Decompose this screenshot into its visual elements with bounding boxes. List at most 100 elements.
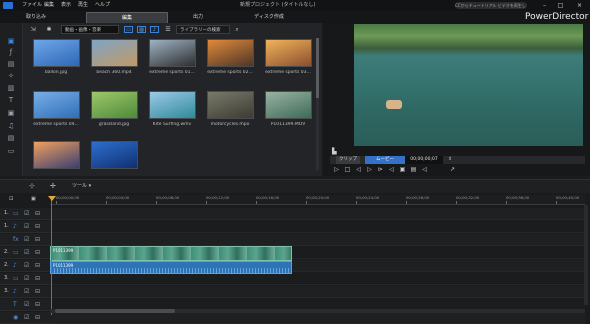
media-filter-select[interactable]: 動画・画像・音楽	[61, 25, 119, 34]
media-thumbnail[interactable]	[265, 91, 312, 119]
timeline-video-clip[interactable]: P1011399	[50, 246, 292, 261]
audio-mixing-icon[interactable]: ▣	[6, 109, 16, 118]
playhead-line[interactable]	[51, 197, 52, 315]
play-icon[interactable]: ▷	[332, 166, 341, 174]
track-lock-icon[interactable]: ⊟	[35, 260, 40, 271]
track-number: 2.	[4, 249, 9, 255]
track-enable-checkbox[interactable]: ☑	[24, 286, 29, 297]
media-thumbnail[interactable]	[33, 141, 80, 169]
image-filter-icon[interactable]: ▨	[137, 26, 146, 33]
track-lock-icon[interactable]: ⊟	[35, 221, 40, 232]
media-thumbnail[interactable]	[91, 39, 138, 67]
stop-icon[interactable]: □	[343, 166, 352, 174]
timeline-vertical-scrollbar[interactable]	[584, 205, 588, 305]
menu-view[interactable]: 表示	[61, 1, 71, 10]
media-room-icon[interactable]: ▣	[6, 37, 16, 46]
media-thumbnail[interactable]	[149, 91, 196, 119]
track-lane[interactable]	[50, 286, 585, 298]
track-enable-checkbox[interactable]: ☑	[24, 273, 29, 284]
timeline-audio-clip[interactable]: P1011399	[50, 261, 292, 274]
track-lane[interactable]	[50, 234, 585, 246]
timecode-display[interactable]: 00;00;00;07	[405, 156, 443, 164]
track-enable-checkbox[interactable]: ☑	[24, 234, 29, 245]
media-thumbnail[interactable]	[265, 39, 312, 67]
volume-icon[interactable]: ◁	[387, 166, 396, 174]
fast-forward-icon[interactable]: ⊳	[376, 166, 385, 174]
track-lane[interactable]	[50, 273, 585, 285]
particle-room-icon[interactable]: ✧	[6, 72, 16, 81]
track-enable-checkbox[interactable]: ☑	[24, 260, 29, 271]
ruler-tick-label: 00;00;20;00	[306, 195, 330, 200]
minimize-icon[interactable]: –	[540, 1, 549, 10]
track-lane[interactable]	[50, 312, 585, 324]
display-settings-icon[interactable]: ▤	[409, 166, 418, 174]
camera-snapshot-icon[interactable]: ▣	[398, 166, 407, 174]
timecode-spin-icon[interactable]: ⇕	[447, 156, 453, 164]
voice-over-icon[interactable]: ♫	[6, 122, 16, 131]
lock-all-icon[interactable]: ▣	[31, 196, 36, 202]
media-scrollbar-thumb[interactable]	[316, 38, 319, 98]
track-enable-checkbox[interactable]: ☑	[24, 247, 29, 258]
track-lock-icon[interactable]: ⊟	[35, 273, 40, 284]
menu-help[interactable]: ヘルプ	[95, 1, 110, 10]
track-enable-checkbox[interactable]: ☑	[24, 221, 29, 232]
timeline-scroll-thumb[interactable]	[55, 309, 175, 313]
menu-play[interactable]: 再生	[78, 1, 88, 10]
fx-room-icon[interactable]: ƒ	[6, 48, 16, 57]
track-lane[interactable]	[50, 208, 585, 220]
media-thumbnail[interactable]	[91, 141, 138, 169]
next-frame-icon[interactable]: ▷	[365, 166, 374, 174]
track-lock-icon[interactable]: ⊟	[35, 247, 40, 258]
track-lock-icon[interactable]: ⊟	[35, 286, 40, 297]
tab-disc[interactable]: ディスク作成	[244, 12, 294, 22]
media-thumbnail[interactable]	[33, 39, 80, 67]
tools-menu[interactable]: ツール ▾	[72, 182, 104, 190]
track-enable-checkbox[interactable]: ☑	[24, 208, 29, 219]
track-enable-checkbox[interactable]: ☑	[24, 312, 29, 323]
track-enable-checkbox[interactable]: ☑	[24, 299, 29, 310]
library-search-menu[interactable]: ライブラリーの検索	[176, 25, 230, 34]
track-lock-icon[interactable]: ⊟	[35, 299, 40, 310]
previous-frame-icon[interactable]: ◁	[354, 166, 363, 174]
undock-preview-icon[interactable]: ↗	[448, 166, 457, 174]
track-lock-icon[interactable]: ⊟	[35, 312, 40, 323]
subtitle-room-icon[interactable]: ▭	[6, 147, 16, 156]
snapshot-icon[interactable]: ▙	[332, 148, 337, 155]
media-thumbnail[interactable]	[207, 39, 254, 67]
maximize-icon[interactable]: □	[556, 1, 565, 10]
menu-file[interactable]: ファイル	[22, 1, 42, 10]
track-lock-icon[interactable]: ⊟	[35, 234, 40, 245]
view-menu-icon[interactable]: ☰	[163, 26, 173, 34]
transition-room-icon[interactable]: T	[6, 96, 16, 105]
close-icon[interactable]: ×	[575, 1, 584, 10]
ruler-tick	[556, 201, 557, 204]
pip-room-icon[interactable]: ▤	[6, 60, 16, 69]
tutorial-notice[interactable]: CCからチュートリアル ビデオを再生してください	[455, 2, 527, 9]
movie-mode-button[interactable]: ムービー	[365, 156, 405, 164]
audio-level-icon[interactable]: ◁	[420, 166, 429, 174]
playhead-handle[interactable]	[48, 196, 56, 201]
track-lock-icon[interactable]: ⊟	[35, 208, 40, 219]
track-lane[interactable]	[50, 221, 585, 233]
menu-edit[interactable]: 編集	[44, 1, 54, 10]
video-filter-icon[interactable]: ▭	[124, 26, 133, 33]
title-room-icon[interactable]: ▥	[6, 84, 16, 93]
tab-produce[interactable]: 出力	[178, 12, 218, 22]
clip-mode-button[interactable]: クリップ	[336, 156, 360, 164]
media-thumbnail[interactable]	[33, 91, 80, 119]
chapter-room-icon[interactable]: ▤	[6, 134, 16, 143]
brand-name: PowerDirector	[525, 12, 589, 22]
track-manager-icon[interactable]: ⊹	[29, 182, 35, 190]
tools-label: ツール	[72, 183, 88, 189]
media-thumbnail[interactable]	[207, 91, 254, 119]
plugin-icon[interactable]: ✱	[44, 26, 54, 34]
ruler-tick-label: 00;00;32;00	[456, 195, 480, 200]
tab-capture[interactable]: 取り込み	[14, 12, 58, 22]
import-icon[interactable]: ⇲	[28, 26, 38, 34]
media-thumbnail[interactable]	[149, 39, 196, 67]
media-thumbnail[interactable]	[91, 91, 138, 119]
search-icon[interactable]: ⌕	[233, 26, 241, 34]
music-filter-icon[interactable]: ♪	[150, 26, 159, 33]
snap-icon[interactable]: ✛	[50, 182, 56, 190]
track-view-icon[interactable]: ⊡	[9, 196, 13, 202]
